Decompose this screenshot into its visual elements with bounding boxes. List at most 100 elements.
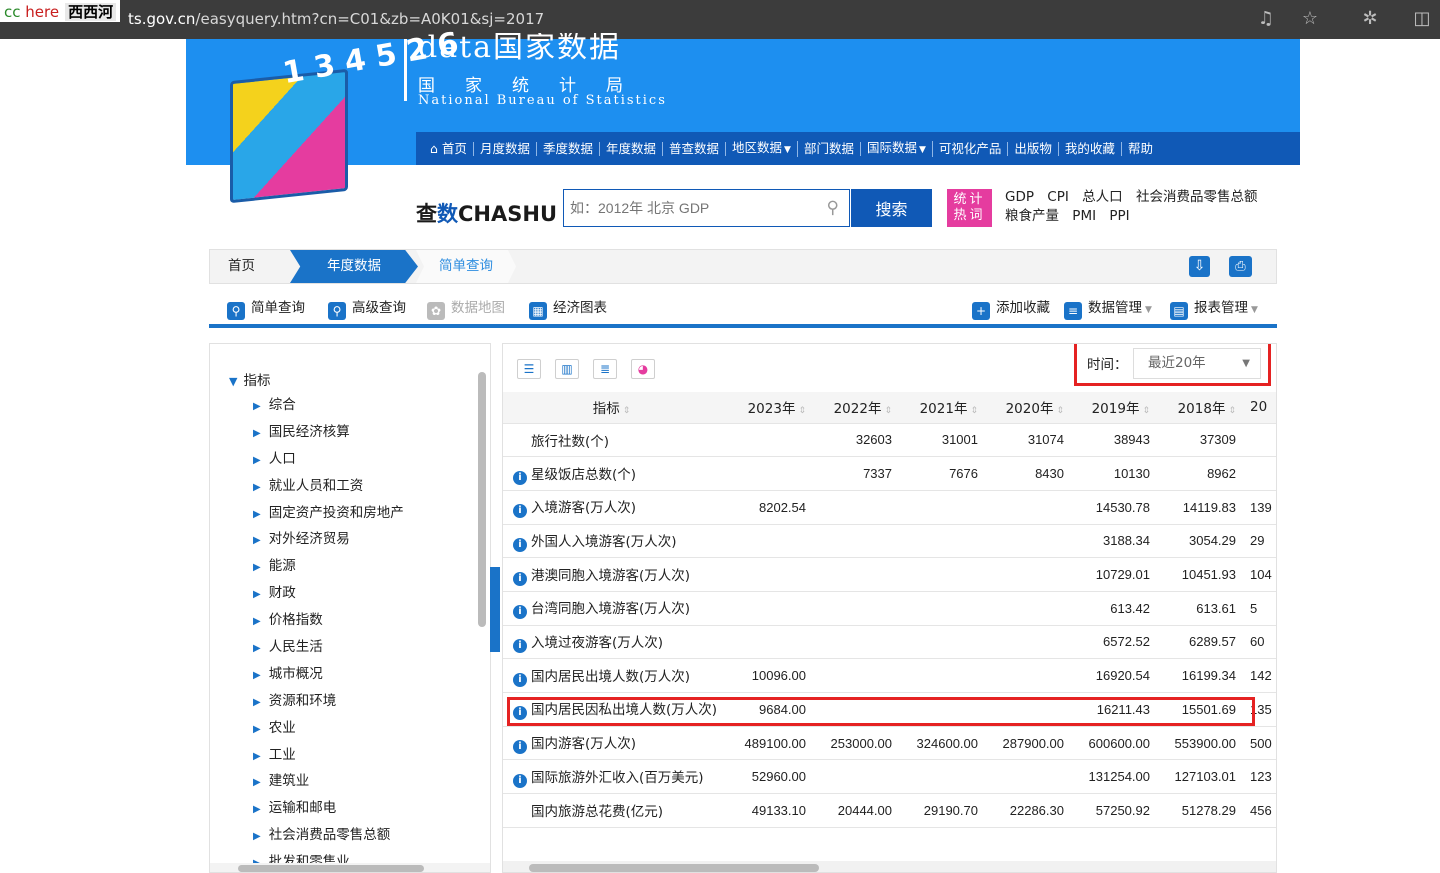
- indicator-name-cell[interactable]: i 外国人入境游客(万人次): [503, 524, 728, 559]
- hot-word-link[interactable]: 社会消费品零售总额: [1136, 188, 1258, 207]
- hot-word-link[interactable]: 粮食产量: [1005, 207, 1059, 226]
- col-header[interactable]: 20: [1244, 392, 1276, 424]
- read-aloud-icon[interactable]: ♫: [1255, 8, 1277, 30]
- hot-word-link[interactable]: GDP: [1005, 188, 1034, 207]
- info-icon[interactable]: i: [513, 773, 527, 788]
- splitter-handle[interactable]: [490, 567, 500, 652]
- print-icon[interactable]: ⎙: [1229, 256, 1252, 277]
- indicator-name-cell[interactable]: i 星级饭店总数(个): [503, 456, 728, 491]
- time-range-select[interactable]: 最近20年 ▼: [1133, 348, 1261, 379]
- table-hscroll-thumb[interactable]: [529, 864, 819, 872]
- indicator-name-cell[interactable]: i 国内居民出境人数(万人次): [503, 658, 728, 693]
- nav-regional[interactable]: 地区数据 ▼: [726, 140, 798, 157]
- value-cell: 60: [1244, 625, 1276, 660]
- data-manage-menu[interactable]: ≡ 数据管理 ▼: [1064, 296, 1152, 320]
- indicator-name-cell[interactable]: i 国内游客(万人次): [503, 726, 728, 761]
- nav-monthly[interactable]: 月度数据: [474, 141, 537, 156]
- info-icon[interactable]: i: [513, 672, 527, 687]
- info-icon[interactable]: i: [513, 605, 527, 620]
- hot-word-link[interactable]: 总人口: [1082, 188, 1123, 207]
- col-header[interactable]: 指标 ⇕: [503, 392, 728, 424]
- info-icon[interactable]: i: [513, 470, 527, 485]
- tree-item[interactable]: ▶ 建筑业: [253, 768, 404, 795]
- tree-item[interactable]: ▶ 工业: [253, 742, 404, 769]
- tree-item-label: 农业: [268, 719, 296, 736]
- search-input[interactable]: [564, 190, 814, 226]
- econ-chart-button[interactable]: ▦ 经济图表: [529, 296, 607, 320]
- breadcrumb-home[interactable]: 首页: [228, 250, 255, 283]
- table-view-icon[interactable]: ☰: [517, 359, 541, 379]
- tree-root[interactable]: ▼ 指标: [229, 369, 270, 389]
- bar-chart-view-icon[interactable]: ▥: [555, 359, 579, 379]
- indicator-name-cell[interactable]: i 港澳同胞入境游客(万人次): [503, 557, 728, 592]
- report-manage-menu[interactable]: ▤ 报表管理 ▼: [1170, 296, 1258, 320]
- sidebar-hscroll-thumb[interactable]: [238, 865, 424, 872]
- tree-item[interactable]: ▶ 农业: [253, 715, 404, 742]
- col-header[interactable]: 2020年 ⇕: [986, 392, 1072, 424]
- indicator-name-cell[interactable]: i 入境游客(万人次): [503, 490, 728, 525]
- breadcrumb-annual[interactable]: 年度数据: [290, 250, 418, 283]
- info-icon[interactable]: i: [513, 638, 527, 653]
- tree-item[interactable]: ▶ 社会消费品零售总额: [253, 822, 404, 849]
- nav-publications[interactable]: 出版物: [1008, 141, 1059, 156]
- col-header[interactable]: 2023年 ⇕: [728, 392, 814, 424]
- indicator-name-cell[interactable]: 旅行社数(个): [503, 423, 728, 458]
- split-screen-icon[interactable]: ◫: [1411, 8, 1433, 30]
- nav-international[interactable]: 国际数据 ▼: [861, 140, 933, 157]
- indicator-name-cell[interactable]: i 台湾同胞入境游客(万人次): [503, 591, 728, 626]
- sidebar-scroll-thumb[interactable]: [478, 372, 486, 627]
- value-cell: 16199.34: [1158, 658, 1244, 693]
- col-header[interactable]: 2022年 ⇕: [814, 392, 900, 424]
- tree-item[interactable]: ▶ 固定资产投资和房地产: [253, 500, 404, 527]
- search-icon[interactable]: ⚲: [827, 198, 839, 218]
- pie-chart-view-icon[interactable]: ◕: [631, 359, 655, 379]
- info-icon[interactable]: i: [513, 537, 527, 552]
- nav-quarterly[interactable]: 季度数据: [537, 141, 600, 156]
- indicator-name-cell[interactable]: 国内旅游总花费(亿元): [503, 793, 728, 828]
- data-map-button[interactable]: ✿ 数据地图: [427, 296, 505, 320]
- value-cell: 16920.54: [1072, 658, 1158, 693]
- nav-census[interactable]: 普查数据: [663, 141, 726, 156]
- extensions-icon[interactable]: ✲: [1359, 8, 1381, 30]
- advanced-query-button[interactable]: ⚲ 高级查询: [328, 296, 406, 320]
- add-favorite-button[interactable]: + 添加收藏: [972, 296, 1050, 320]
- indicator-name-cell[interactable]: i 国际旅游外汇收入(百万美元): [503, 759, 728, 795]
- hot-word-link[interactable]: PMI: [1072, 207, 1096, 226]
- hot-word-link[interactable]: PPI: [1109, 207, 1129, 226]
- tree-item[interactable]: ▶ 价格指数: [253, 607, 404, 634]
- tree-item[interactable]: ▶ 资源和环境: [253, 688, 404, 715]
- tree-item[interactable]: ▶ 人民生活: [253, 634, 404, 661]
- tree-item[interactable]: ▶ 财政: [253, 580, 404, 607]
- tree-item[interactable]: ▶ 国民经济核算: [253, 419, 404, 446]
- nav-visualization[interactable]: 可视化产品: [933, 141, 1009, 156]
- col-header[interactable]: 2018年 ⇕: [1158, 392, 1244, 424]
- tree-item[interactable]: ▶ 人口: [253, 446, 404, 473]
- horizontal-bar-view-icon[interactable]: ≣: [593, 359, 617, 379]
- search-button[interactable]: 搜索: [851, 189, 932, 227]
- download-icon[interactable]: ⇩: [1189, 256, 1210, 277]
- nav-home[interactable]: ⌂ 首页: [424, 141, 474, 156]
- nav-department[interactable]: 部门数据: [798, 141, 861, 156]
- search-row: 查数CHASHU ⚲ 搜索 统计热词 GDP CPI 总人口 社会消费品零售总额…: [186, 165, 1300, 241]
- info-icon[interactable]: i: [513, 571, 527, 586]
- nav-annual[interactable]: 年度数据: [600, 141, 663, 156]
- tree-item[interactable]: ▶ 就业人员和工资: [253, 473, 404, 500]
- favorite-star-icon[interactable]: ☆: [1299, 8, 1321, 30]
- tree-item[interactable]: ▶ 运输和邮电: [253, 795, 404, 822]
- tree-item[interactable]: ▶ 对外经济贸易: [253, 526, 404, 553]
- indicator-name-cell[interactable]: i 入境过夜游客(万人次): [503, 625, 728, 660]
- simple-query-button[interactable]: ⚲ 简单查询: [227, 296, 305, 320]
- nav-help[interactable]: 帮助: [1122, 141, 1159, 156]
- tree-item[interactable]: ▶ 城市概况: [253, 661, 404, 688]
- hot-word-link[interactable]: CPI: [1047, 188, 1069, 207]
- info-icon[interactable]: i: [513, 740, 527, 755]
- breadcrumb-simple-query[interactable]: 简单查询: [416, 250, 516, 283]
- nav-favorites[interactable]: 我的收藏: [1059, 141, 1122, 156]
- tree-item-label: 就业人员和工资: [268, 477, 364, 494]
- col-header[interactable]: 2021年 ⇕: [900, 392, 986, 424]
- tree-item[interactable]: ▶ 综合: [253, 392, 404, 419]
- info-icon[interactable]: i: [513, 504, 527, 519]
- indicator-name: 入境游客(万人次): [531, 500, 637, 517]
- tree-item[interactable]: ▶ 能源: [253, 553, 404, 580]
- col-header[interactable]: 2019年 ⇕: [1072, 392, 1158, 424]
